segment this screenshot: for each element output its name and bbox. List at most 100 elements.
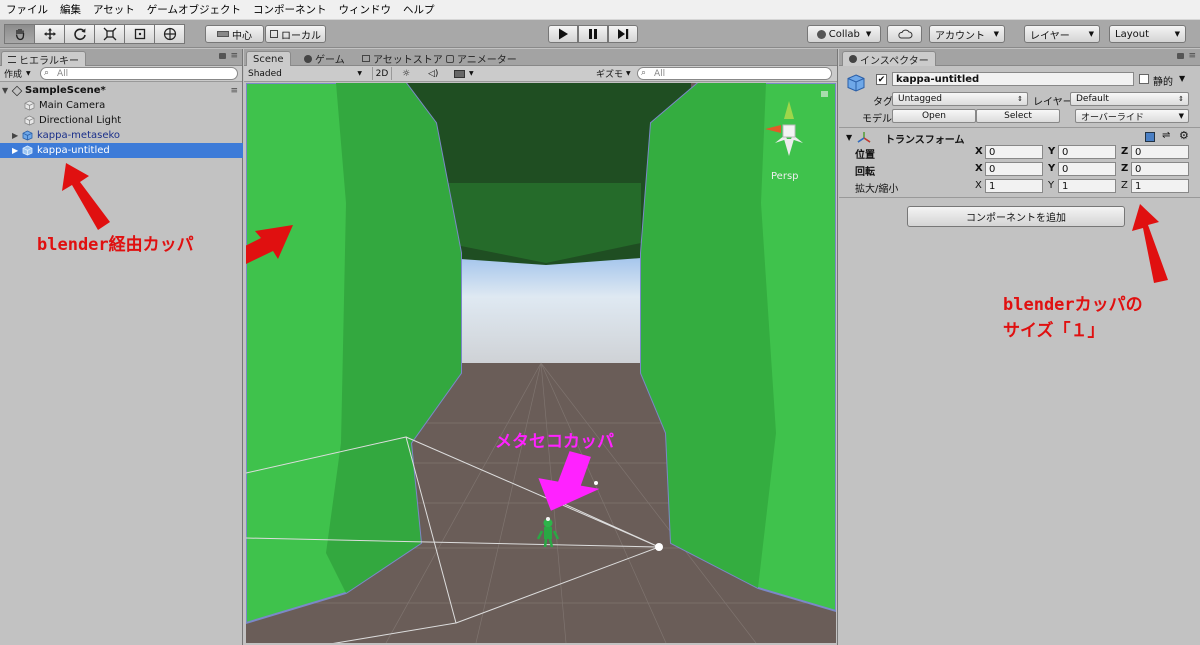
menu-file[interactable]: ファイル bbox=[0, 2, 54, 17]
scale-tool-button[interactable] bbox=[94, 24, 125, 44]
collab-dropdown[interactable]: Collab ▼ bbox=[807, 25, 881, 43]
gizmos-label: ギズモ bbox=[596, 70, 624, 80]
position-x-field[interactable]: 0 bbox=[985, 145, 1043, 159]
projection-label[interactable]: Persp bbox=[771, 171, 799, 182]
tab-hierarchy[interactable]: ヒエラルキー bbox=[1, 51, 86, 67]
scene-root-row[interactable]: ▼ SampleScene* ≡ bbox=[0, 83, 243, 98]
transform-header[interactable]: ▼ トランスフォーム ⇌ ⚙ bbox=[839, 129, 1200, 146]
play-button[interactable] bbox=[548, 25, 578, 43]
caret-down-icon: ▼ bbox=[993, 30, 999, 38]
menu-assets[interactable]: アセット bbox=[87, 2, 141, 17]
move-tool-button[interactable] bbox=[34, 24, 65, 44]
lock-icon[interactable] bbox=[219, 53, 226, 59]
hierarchy-item-main-camera[interactable]: Main Camera bbox=[0, 98, 243, 113]
tag-dropdown[interactable]: Untagged ⇕ bbox=[892, 92, 1028, 106]
create-dropdown[interactable]: 作成 ▼ bbox=[4, 67, 31, 80]
layer-dropdown[interactable]: Default ⇕ bbox=[1070, 92, 1189, 106]
rotate-tool-button[interactable] bbox=[64, 24, 95, 44]
hierarchy-item-directional-light[interactable]: Directional Light bbox=[0, 113, 243, 128]
play-icon bbox=[559, 28, 568, 40]
pause-button[interactable] bbox=[578, 25, 608, 43]
scene-lighting-toggle[interactable]: ☼ bbox=[402, 67, 410, 80]
tab-scene[interactable]: Scene bbox=[246, 51, 291, 66]
preset-icon[interactable]: ⇌ bbox=[1162, 130, 1170, 141]
static-checkbox[interactable] bbox=[1139, 74, 1149, 84]
menu-help[interactable]: ヘルプ bbox=[397, 2, 441, 17]
shading-mode-label: Shaded bbox=[248, 68, 282, 79]
hierarchy-search-input[interactable]: ⌕ All bbox=[40, 67, 238, 80]
layout-dropdown[interactable]: Layout ▼ bbox=[1109, 25, 1186, 43]
inspector-tabstrip: インスペクター ≡ bbox=[839, 49, 1200, 67]
layers-dropdown[interactable]: レイヤー ▼ bbox=[1024, 25, 1100, 43]
hand-tool-button[interactable] bbox=[4, 24, 35, 44]
scale-z-field[interactable]: 1 bbox=[1131, 179, 1189, 193]
pivot-label: 中心 bbox=[232, 30, 252, 42]
position-y-value: 0 bbox=[1062, 146, 1069, 158]
active-checkbox[interactable]: ✔ bbox=[876, 74, 887, 85]
object-name-value: kappa-untitled bbox=[896, 73, 980, 85]
position-y-field[interactable]: 0 bbox=[1058, 145, 1116, 159]
pivot-icon bbox=[217, 31, 229, 37]
account-dropdown[interactable]: アカウント ▼ bbox=[929, 25, 1005, 43]
scale-y-field[interactable]: 1 bbox=[1058, 179, 1116, 193]
scene-menu-icon[interactable]: ≡ bbox=[230, 86, 238, 96]
camera-gizmo bbox=[655, 543, 663, 551]
pause-icon bbox=[589, 29, 597, 39]
hierarchy-item-kappa-untitled[interactable]: ▶ kappa-untitled bbox=[0, 143, 243, 158]
gear-icon[interactable]: ⚙ bbox=[1179, 129, 1189, 142]
panel-menu-icon[interactable]: ≡ bbox=[230, 51, 238, 61]
select-button[interactable]: Select bbox=[976, 109, 1060, 123]
lock-icon[interactable] bbox=[1177, 53, 1184, 59]
gizmos-dropdown[interactable]: ギズモ ▼ bbox=[596, 67, 631, 80]
caret-down-icon: ▼ bbox=[1174, 30, 1180, 38]
static-caret-icon[interactable]: ▼ bbox=[1179, 74, 1185, 83]
axis-z-label: Z bbox=[1121, 180, 1128, 191]
shading-mode-dropdown[interactable]: Shaded ▼ bbox=[248, 67, 364, 80]
tab-inspector[interactable]: インスペクター bbox=[842, 51, 936, 67]
caret-updown-icon: ⇕ bbox=[1017, 95, 1023, 103]
layout-label: Layout bbox=[1115, 28, 1149, 40]
cloud-button[interactable] bbox=[887, 25, 922, 43]
tag-value: Untagged bbox=[898, 94, 943, 104]
overrides-dropdown[interactable]: オーバーライド ▼ bbox=[1075, 109, 1189, 123]
add-component-button[interactable]: コンポーネントを追加 bbox=[907, 206, 1125, 227]
rotation-x-field[interactable]: 0 bbox=[985, 162, 1043, 176]
menu-window[interactable]: ウィンドウ bbox=[332, 2, 397, 17]
space-toggle-button[interactable]: ローカル bbox=[265, 25, 326, 43]
position-z-field[interactable]: 0 bbox=[1131, 145, 1189, 159]
scene-viewport[interactable]: Persp bbox=[246, 83, 836, 643]
lock-icon[interactable] bbox=[821, 91, 828, 97]
menu-component[interactable]: コンポーネント bbox=[247, 2, 333, 17]
scene-effects-dropdown[interactable]: ▼ bbox=[454, 67, 474, 80]
scale-x-field[interactable]: 1 bbox=[985, 179, 1043, 193]
open-button[interactable]: Open bbox=[892, 109, 976, 123]
hierarchy-tabstrip: ヒエラルキー ≡ bbox=[0, 49, 242, 67]
menu-edit[interactable]: 編集 bbox=[54, 2, 87, 17]
tab-animator[interactable]: アニメーター bbox=[440, 51, 523, 66]
caret-down-icon: ▼ bbox=[469, 70, 474, 77]
menu-gameobject[interactable]: ゲームオブジェクト bbox=[141, 2, 247, 17]
help-book-icon[interactable] bbox=[1145, 132, 1155, 142]
scene-tabstrip: Scene ゲーム アセットストア アニメーター bbox=[244, 49, 837, 66]
space-label: ローカル bbox=[281, 30, 321, 42]
layer-label: レイヤー bbox=[1033, 97, 1073, 108]
axis-y-label: Y bbox=[1048, 180, 1055, 191]
step-button[interactable] bbox=[608, 25, 638, 43]
pivot-toggle-button[interactable]: 中心 bbox=[205, 25, 264, 43]
rotation-z-field[interactable]: 0 bbox=[1131, 162, 1189, 176]
transform-tool-button[interactable] bbox=[154, 24, 185, 44]
hierarchy-item-kappa-metaseko[interactable]: ▶ kappa-metaseko bbox=[0, 128, 243, 143]
scene-audio-toggle[interactable]: ◁) bbox=[428, 67, 438, 80]
tab-game[interactable]: ゲーム bbox=[298, 51, 351, 66]
fold-closed-icon: ▶ bbox=[12, 131, 19, 140]
rect-tool-button[interactable] bbox=[124, 24, 155, 44]
object-name-field[interactable]: kappa-untitled bbox=[892, 72, 1134, 86]
2d-toggle-button[interactable]: 2D bbox=[372, 67, 392, 80]
check-circle-icon bbox=[816, 29, 826, 39]
item-label: kappa-metaseko bbox=[37, 130, 121, 141]
rotation-y-field[interactable]: 0 bbox=[1058, 162, 1116, 176]
scene-search-placeholder: All bbox=[654, 68, 666, 79]
scene-search-input[interactable]: ⌕ All bbox=[637, 67, 832, 80]
panel-menu-icon[interactable]: ≡ bbox=[1188, 51, 1196, 61]
tab-asset-store[interactable]: アセットストア bbox=[356, 51, 449, 66]
